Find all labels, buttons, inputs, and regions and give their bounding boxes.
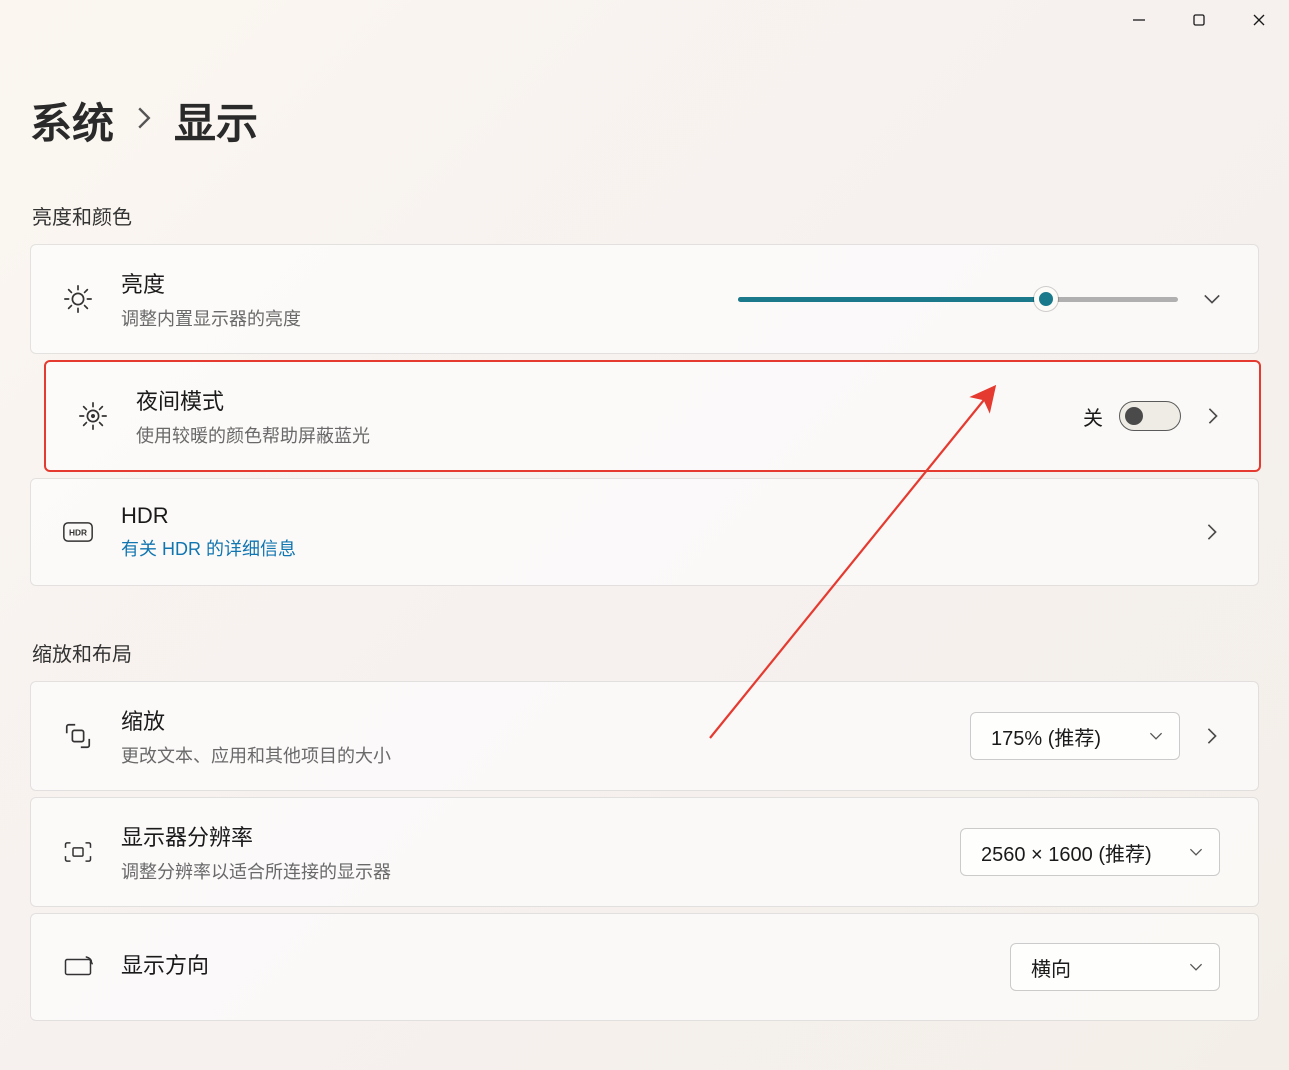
- resolution-value: 2560 × 1600 (推荐): [981, 838, 1152, 867]
- scale-value: 175% (推荐): [991, 722, 1101, 751]
- brightness-subtitle: 调整内置显示器的亮度: [121, 305, 381, 331]
- breadcrumb: 系统 显示: [30, 90, 1259, 151]
- minimize-button[interactable]: [1109, 0, 1169, 40]
- sun-dot-icon: [72, 401, 114, 431]
- card-brightness[interactable]: 亮度 调整内置显示器的亮度: [30, 244, 1259, 354]
- scale-subtitle: 更改文本、应用和其他项目的大小: [121, 742, 391, 768]
- hdr-link[interactable]: 有关 HDR 的详细信息: [121, 535, 381, 561]
- sun-icon: [57, 284, 99, 314]
- chevron-right-icon: [136, 105, 152, 137]
- scale-select[interactable]: 175% (推荐): [970, 712, 1180, 760]
- orientation-select[interactable]: 横向: [1010, 943, 1220, 991]
- scale-title: 缩放: [121, 704, 391, 736]
- maximize-button[interactable]: [1169, 0, 1229, 40]
- night-light-toggle[interactable]: [1119, 401, 1181, 431]
- expand-chevron[interactable]: [1192, 290, 1232, 308]
- hdr-title: HDR: [121, 503, 381, 529]
- night-light-subtitle: 使用较暖的颜色帮助屏蔽蓝光: [136, 422, 396, 448]
- card-night-light[interactable]: 夜间模式 使用较暖的颜色帮助屏蔽蓝光 关: [44, 360, 1261, 472]
- card-hdr[interactable]: HDR HDR 有关 HDR 的详细信息: [30, 478, 1259, 586]
- breadcrumb-current: 显示: [174, 90, 258, 151]
- brightness-slider[interactable]: [738, 287, 1178, 311]
- window-controls: [1109, 0, 1289, 40]
- scale-icon: [57, 721, 99, 751]
- card-scale[interactable]: 缩放 更改文本、应用和其他项目的大小 175% (推荐): [30, 681, 1259, 791]
- card-orientation[interactable]: 显示方向 横向: [30, 913, 1259, 1021]
- chevron-down-icon: [1189, 960, 1203, 974]
- hdr-icon: HDR: [57, 517, 99, 547]
- orientation-icon: [57, 952, 99, 982]
- orientation-title: 显示方向: [121, 948, 381, 980]
- breadcrumb-parent[interactable]: 系统: [30, 90, 114, 151]
- chevron-down-icon: [1149, 729, 1163, 743]
- resolution-subtitle: 调整分辨率以适合所连接的显示器: [121, 858, 391, 884]
- resolution-icon: [57, 837, 99, 867]
- night-light-title: 夜间模式: [136, 384, 396, 416]
- section-brightness-color: 亮度和颜色: [32, 201, 1259, 230]
- detail-chevron[interactable]: [1192, 727, 1232, 745]
- resolution-select[interactable]: 2560 × 1600 (推荐): [960, 828, 1220, 876]
- svg-text:HDR: HDR: [69, 527, 87, 537]
- close-button[interactable]: [1229, 0, 1289, 40]
- detail-chevron[interactable]: [1193, 407, 1233, 425]
- detail-chevron[interactable]: [1192, 523, 1232, 541]
- orientation-value: 横向: [1031, 953, 1071, 982]
- chevron-down-icon: [1189, 845, 1203, 859]
- card-resolution[interactable]: 显示器分辨率 调整分辨率以适合所连接的显示器 2560 × 1600 (推荐): [30, 797, 1259, 907]
- resolution-title: 显示器分辨率: [121, 820, 391, 852]
- section-scale-layout: 缩放和布局: [32, 638, 1259, 667]
- night-light-toggle-label: 关: [1083, 402, 1103, 431]
- brightness-title: 亮度: [121, 267, 381, 299]
